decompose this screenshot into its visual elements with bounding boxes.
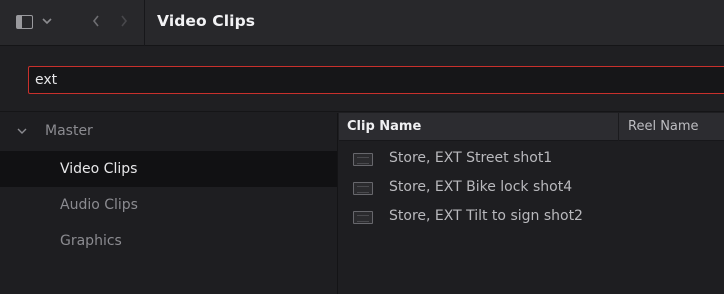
search-area	[0, 46, 724, 112]
bin-item-label: Video Clips	[60, 161, 138, 177]
title-bar: Video Clips	[0, 0, 724, 46]
table-row[interactable]: Store, EXT Street shot1	[339, 144, 724, 172]
table-row[interactable]: Store, EXT Bike lock shot4	[339, 173, 724, 201]
media-pool-window: Video Clips Master Video Clips Audio Cli…	[0, 0, 724, 294]
list-header: Clip Name Reel Name	[339, 113, 724, 141]
video-clip-icon	[353, 182, 373, 195]
bin-item-video-clips[interactable]: Video Clips	[0, 151, 337, 187]
page-title: Video Clips	[157, 12, 256, 30]
clip-list: Clip Name Reel Name Store, EXT Street sh…	[339, 113, 724, 294]
chevron-down-icon[interactable]	[16, 125, 28, 137]
table-row[interactable]: Store, EXT Tilt to sign shot2	[339, 202, 724, 230]
bin-item-audio-clips[interactable]: Audio Clips	[0, 187, 337, 223]
video-clip-icon	[353, 153, 373, 166]
bin-item-label: Audio Clips	[60, 197, 138, 213]
bin-master[interactable]: Master	[0, 113, 337, 149]
bin-master-label: Master	[45, 123, 93, 139]
clip-name: Store, EXT Bike lock shot4	[389, 179, 573, 195]
title-separator	[144, 0, 145, 46]
bin-list: Master Video Clips Audio Clips Graphics	[0, 113, 338, 294]
bin-item-label: Graphics	[60, 233, 122, 249]
search-input[interactable]	[28, 66, 724, 94]
chevron-down-icon[interactable]	[40, 13, 54, 29]
clip-name: Store, EXT Street shot1	[389, 150, 553, 166]
column-header-reel-name[interactable]: Reel Name	[628, 119, 699, 134]
chevron-left-icon[interactable]	[90, 13, 102, 29]
clip-name: Store, EXT Tilt to sign shot2	[389, 208, 583, 224]
column-header-clip-name[interactable]: Clip Name	[347, 119, 421, 134]
bin-item-graphics[interactable]: Graphics	[0, 223, 337, 259]
sidebar-panel-icon[interactable]	[16, 15, 33, 29]
chevron-right-icon[interactable]	[118, 13, 130, 29]
column-divider[interactable]	[618, 113, 619, 141]
video-clip-icon	[353, 211, 373, 224]
